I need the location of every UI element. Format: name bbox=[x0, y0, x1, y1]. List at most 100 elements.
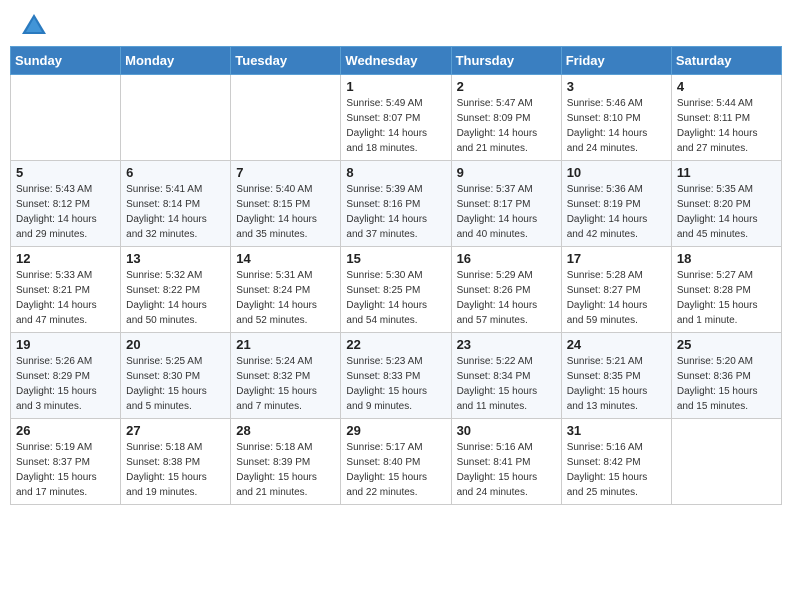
day-info: Sunrise: 5:43 AMSunset: 8:12 PMDaylight:… bbox=[16, 182, 115, 242]
day-info: Sunrise: 5:47 AMSunset: 8:09 PMDaylight:… bbox=[457, 96, 556, 156]
calendar-cell: 10 Sunrise: 5:36 AMSunset: 8:19 PMDayligh… bbox=[561, 161, 671, 247]
day-number: 16 bbox=[457, 251, 556, 266]
day-info: Sunrise: 5:18 AMSunset: 8:39 PMDaylight:… bbox=[236, 440, 335, 500]
day-info: Sunrise: 5:23 AMSunset: 8:33 PMDaylight:… bbox=[346, 354, 445, 414]
calendar-cell: 12Sunrise: 5:33 AMSunset: 8:21 PMDayligh… bbox=[11, 247, 121, 333]
calendar-cell: 14 Sunrise: 5:31 AMSunset: 8:24 PMDayligh… bbox=[231, 247, 341, 333]
day-number: 24 bbox=[567, 337, 666, 352]
day-info: Sunrise: 5:16 AMSunset: 8:41 PMDaylight:… bbox=[457, 440, 556, 500]
day-info: Sunrise: 5:20 AMSunset: 8:36 PMDaylight:… bbox=[677, 354, 776, 414]
day-header-monday: Monday bbox=[121, 47, 231, 75]
day-number: 19 bbox=[16, 337, 115, 352]
day-number: 22 bbox=[346, 337, 445, 352]
calendar-cell: 20 Sunrise: 5:25 AMSunset: 8:30 PMDayligh… bbox=[121, 333, 231, 419]
calendar-cell: 25 Sunrise: 5:20 AMSunset: 8:36 PMDayligh… bbox=[671, 333, 781, 419]
day-info: Sunrise: 5:33 AMSunset: 8:21 PMDaylight:… bbox=[16, 268, 115, 328]
day-info: Sunrise: 5:36 AMSunset: 8:19 PMDaylight:… bbox=[567, 182, 666, 242]
day-header-thursday: Thursday bbox=[451, 47, 561, 75]
day-info: Sunrise: 5:22 AMSunset: 8:34 PMDaylight:… bbox=[457, 354, 556, 414]
day-number: 11 bbox=[677, 165, 776, 180]
day-info: Sunrise: 5:18 AMSunset: 8:38 PMDaylight:… bbox=[126, 440, 225, 500]
calendar-cell: 13 Sunrise: 5:32 AMSunset: 8:22 PMDayligh… bbox=[121, 247, 231, 333]
day-info: Sunrise: 5:27 AMSunset: 8:28 PMDaylight:… bbox=[677, 268, 776, 328]
day-number: 28 bbox=[236, 423, 335, 438]
page-header bbox=[10, 10, 782, 38]
calendar-cell: 9 Sunrise: 5:37 AMSunset: 8:17 PMDaylight… bbox=[451, 161, 561, 247]
day-info: Sunrise: 5:35 AMSunset: 8:20 PMDaylight:… bbox=[677, 182, 776, 242]
calendar-cell: 31Sunrise: 5:16 AMSunset: 8:42 PMDayligh… bbox=[561, 419, 671, 505]
day-info: Sunrise: 5:21 AMSunset: 8:35 PMDaylight:… bbox=[567, 354, 666, 414]
calendar-cell bbox=[11, 75, 121, 161]
day-info: Sunrise: 5:31 AMSunset: 8:24 PMDaylight:… bbox=[236, 268, 335, 328]
day-info: Sunrise: 5:19 AMSunset: 8:37 PMDaylight:… bbox=[16, 440, 115, 500]
day-info: Sunrise: 5:24 AMSunset: 8:32 PMDaylight:… bbox=[236, 354, 335, 414]
day-number: 17 bbox=[567, 251, 666, 266]
day-number: 8 bbox=[346, 165, 445, 180]
day-info: Sunrise: 5:46 AMSunset: 8:10 PMDaylight:… bbox=[567, 96, 666, 156]
day-info: Sunrise: 5:30 AMSunset: 8:25 PMDaylight:… bbox=[346, 268, 445, 328]
day-info: Sunrise: 5:16 AMSunset: 8:42 PMDaylight:… bbox=[567, 440, 666, 500]
day-number: 9 bbox=[457, 165, 556, 180]
calendar-cell: 24 Sunrise: 5:21 AMSunset: 8:35 PMDayligh… bbox=[561, 333, 671, 419]
calendar-week-row: 26 Sunrise: 5:19 AMSunset: 8:37 PMDayligh… bbox=[11, 419, 782, 505]
day-info: Sunrise: 5:29 AMSunset: 8:26 PMDaylight:… bbox=[457, 268, 556, 328]
calendar-cell: 16 Sunrise: 5:29 AMSunset: 8:26 PMDayligh… bbox=[451, 247, 561, 333]
day-number: 20 bbox=[126, 337, 225, 352]
day-number: 3 bbox=[567, 79, 666, 94]
logo bbox=[14, 10, 48, 38]
day-number: 30 bbox=[457, 423, 556, 438]
day-number: 27 bbox=[126, 423, 225, 438]
day-info: Sunrise: 5:32 AMSunset: 8:22 PMDaylight:… bbox=[126, 268, 225, 328]
day-number: 5 bbox=[16, 165, 115, 180]
day-number: 10 bbox=[567, 165, 666, 180]
calendar-cell: 30 Sunrise: 5:16 AMSunset: 8:41 PMDayligh… bbox=[451, 419, 561, 505]
logo-icon bbox=[20, 10, 48, 38]
calendar-cell: 29 Sunrise: 5:17 AMSunset: 8:40 PMDayligh… bbox=[341, 419, 451, 505]
day-number: 21 bbox=[236, 337, 335, 352]
day-header-saturday: Saturday bbox=[671, 47, 781, 75]
calendar-cell: 8 Sunrise: 5:39 AMSunset: 8:16 PMDaylight… bbox=[341, 161, 451, 247]
day-info: Sunrise: 5:28 AMSunset: 8:27 PMDaylight:… bbox=[567, 268, 666, 328]
calendar-cell bbox=[671, 419, 781, 505]
calendar-cell bbox=[231, 75, 341, 161]
calendar-cell: 23Sunrise: 5:22 AMSunset: 8:34 PMDayligh… bbox=[451, 333, 561, 419]
day-number: 15 bbox=[346, 251, 445, 266]
day-info: Sunrise: 5:26 AMSunset: 8:29 PMDaylight:… bbox=[16, 354, 115, 414]
calendar-table: SundayMondayTuesdayWednesdayThursdayFrid… bbox=[10, 46, 782, 505]
calendar-week-row: 5 Sunrise: 5:43 AMSunset: 8:12 PMDaylight… bbox=[11, 161, 782, 247]
calendar-cell: 27 Sunrise: 5:18 AMSunset: 8:38 PMDayligh… bbox=[121, 419, 231, 505]
calendar-cell: 28 Sunrise: 5:18 AMSunset: 8:39 PMDayligh… bbox=[231, 419, 341, 505]
day-number: 13 bbox=[126, 251, 225, 266]
day-number: 1 bbox=[346, 79, 445, 94]
day-info: Sunrise: 5:17 AMSunset: 8:40 PMDaylight:… bbox=[346, 440, 445, 500]
day-header-tuesday: Tuesday bbox=[231, 47, 341, 75]
calendar-cell: 18 Sunrise: 5:27 AMSunset: 8:28 PMDayligh… bbox=[671, 247, 781, 333]
day-info: Sunrise: 5:37 AMSunset: 8:17 PMDaylight:… bbox=[457, 182, 556, 242]
calendar-week-row: 12Sunrise: 5:33 AMSunset: 8:21 PMDayligh… bbox=[11, 247, 782, 333]
day-info: Sunrise: 5:44 AMSunset: 8:11 PMDaylight:… bbox=[677, 96, 776, 156]
calendar-cell: 11 Sunrise: 5:35 AMSunset: 8:20 PMDayligh… bbox=[671, 161, 781, 247]
calendar-cell: 2 Sunrise: 5:47 AMSunset: 8:09 PMDaylight… bbox=[451, 75, 561, 161]
day-info: Sunrise: 5:49 AMSunset: 8:07 PMDaylight:… bbox=[346, 96, 445, 156]
calendar-cell: 17 Sunrise: 5:28 AMSunset: 8:27 PMDayligh… bbox=[561, 247, 671, 333]
calendar-cell: 6Sunrise: 5:41 AMSunset: 8:14 PMDaylight… bbox=[121, 161, 231, 247]
calendar-cell: 15 Sunrise: 5:30 AMSunset: 8:25 PMDayligh… bbox=[341, 247, 451, 333]
calendar-cell: 3 Sunrise: 5:46 AMSunset: 8:10 PMDaylight… bbox=[561, 75, 671, 161]
day-number: 2 bbox=[457, 79, 556, 94]
day-number: 25 bbox=[677, 337, 776, 352]
day-number: 14 bbox=[236, 251, 335, 266]
day-header-wednesday: Wednesday bbox=[341, 47, 451, 75]
calendar-cell: 5 Sunrise: 5:43 AMSunset: 8:12 PMDaylight… bbox=[11, 161, 121, 247]
day-info: Sunrise: 5:25 AMSunset: 8:30 PMDaylight:… bbox=[126, 354, 225, 414]
day-number: 26 bbox=[16, 423, 115, 438]
calendar-week-row: 1 Sunrise: 5:49 AMSunset: 8:07 PMDaylight… bbox=[11, 75, 782, 161]
day-info: Sunrise: 5:39 AMSunset: 8:16 PMDaylight:… bbox=[346, 182, 445, 242]
calendar-cell: 4 Sunrise: 5:44 AMSunset: 8:11 PMDaylight… bbox=[671, 75, 781, 161]
calendar-header-row: SundayMondayTuesdayWednesdayThursdayFrid… bbox=[11, 47, 782, 75]
day-number: 4 bbox=[677, 79, 776, 94]
day-number: 29 bbox=[346, 423, 445, 438]
calendar-cell: 7Sunrise: 5:40 AMSunset: 8:15 PMDaylight… bbox=[231, 161, 341, 247]
calendar-week-row: 19 Sunrise: 5:26 AMSunset: 8:29 PMDayligh… bbox=[11, 333, 782, 419]
calendar-cell: 22 Sunrise: 5:23 AMSunset: 8:33 PMDayligh… bbox=[341, 333, 451, 419]
day-number: 18 bbox=[677, 251, 776, 266]
